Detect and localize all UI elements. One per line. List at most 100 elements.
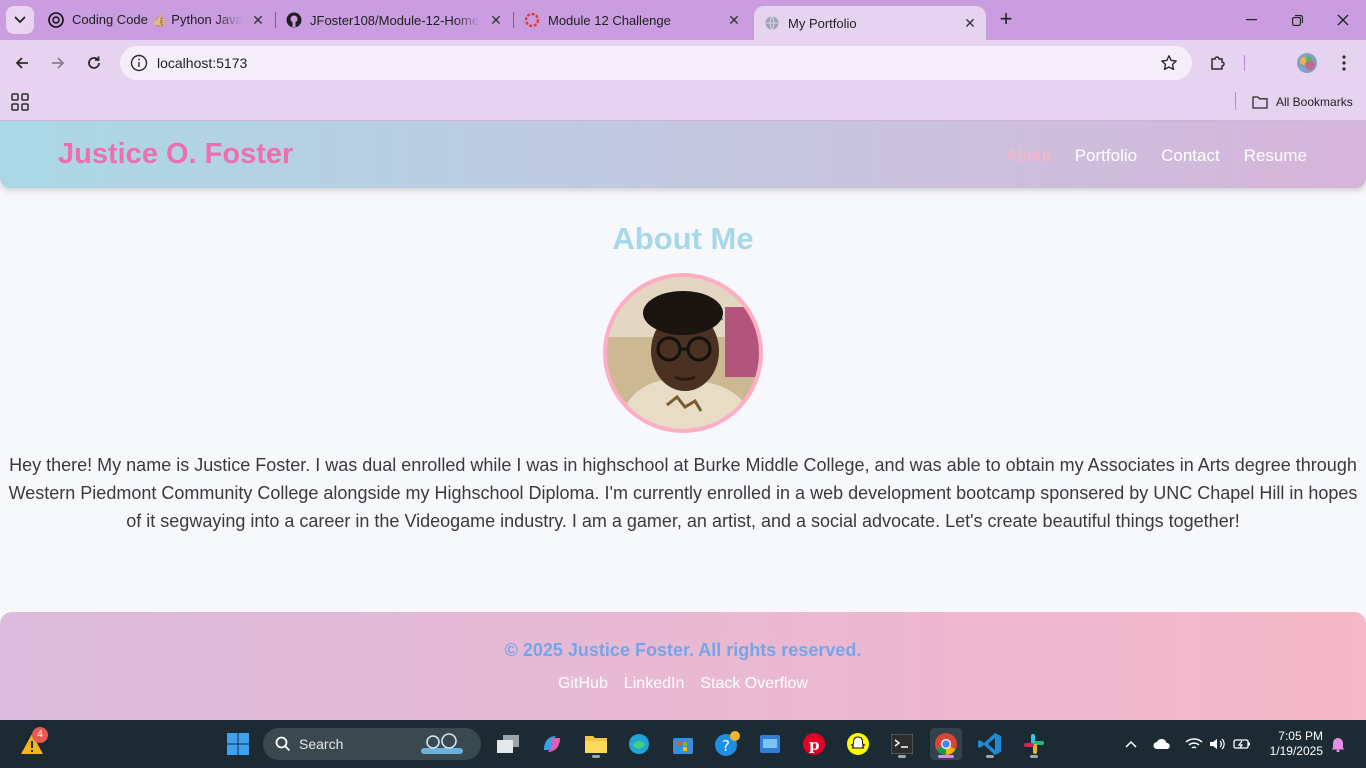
svg-text:?: ? <box>722 737 730 755</box>
arrow-right-icon <box>52 57 65 69</box>
site-name[interactable]: Justice O. Foster <box>58 138 293 171</box>
address-bar[interactable]: localhost:5173 <box>120 46 1192 80</box>
profile-avatar-icon <box>1297 53 1317 73</box>
profile-avatar[interactable] <box>1293 49 1321 77</box>
bookmarks-bar: All Bookmarks <box>0 86 1366 121</box>
tab-chatgpt[interactable]: Coding Code 👍🏼 Python Javascript ✕ <box>40 6 274 34</box>
tab-strip: Coding Code 👍🏼 Python Javascript ✕ JFost… <box>0 0 1366 40</box>
terminal-button[interactable] <box>886 728 918 760</box>
puzzle-icon <box>1211 56 1225 70</box>
taskbar-search[interactable]: Search <box>263 728 481 760</box>
help-icon: ? <box>715 731 740 756</box>
windows-logo-icon <box>227 733 249 755</box>
new-tab-button[interactable]: + <box>994 8 1018 32</box>
store-button[interactable] <box>667 728 699 760</box>
edge-button[interactable] <box>623 728 655 760</box>
url-text[interactable]: localhost:5173 <box>157 55 247 71</box>
restore-button[interactable] <box>1274 0 1320 40</box>
store-icon <box>673 738 693 754</box>
apps-grid-icon[interactable] <box>11 93 29 111</box>
bookmarks-separator <box>1235 92 1236 110</box>
clock-date: 1/19/2025 <box>1269 744 1323 758</box>
footer-links: GitHub LinkedIn Stack Overflow <box>0 675 1366 693</box>
nav-link-portfolio[interactable]: Portfolio <box>1075 146 1137 166</box>
extensions-button[interactable] <box>1204 49 1232 77</box>
notifications-button[interactable] <box>1328 734 1348 754</box>
footer-link-stack-overflow[interactable]: Stack Overflow <box>700 675 808 693</box>
browser-menu-button[interactable] <box>1330 49 1358 77</box>
start-button[interactable] <box>222 728 254 760</box>
chrome-button[interactable] <box>930 728 962 760</box>
tips-button[interactable]: ? <box>711 728 743 760</box>
chevron-down-icon <box>14 16 26 24</box>
blue-app-icon <box>760 735 780 753</box>
network-button[interactable] <box>1184 734 1204 754</box>
back-button[interactable] <box>8 49 36 77</box>
close-window-button[interactable] <box>1320 0 1366 40</box>
chevron-up-icon <box>1125 740 1137 748</box>
snowflake-decoration-icon <box>421 733 463 754</box>
page-viewport: Justice O. Foster About Portfolio Contac… <box>0 121 1366 720</box>
minimize-button[interactable] <box>1228 0 1274 40</box>
copyright-text: © 2025 Justice Foster. All rights reserv… <box>504 640 862 660</box>
copilot-button[interactable] <box>536 728 568 760</box>
site-footer: © 2025 Justice Foster. All rights reserv… <box>0 612 1366 720</box>
nav-link-resume[interactable]: Resume <box>1244 146 1307 166</box>
app-button[interactable] <box>754 728 786 760</box>
globe-icon <box>764 15 780 31</box>
site-nav: About Portfolio Contact Resume <box>1006 146 1307 166</box>
reload-icon <box>88 56 100 69</box>
tab-github[interactable]: JFoster108/Module-12-Homework ✕ <box>278 6 512 34</box>
tab-title: Module 12 Challenge <box>548 12 671 28</box>
running-indicator <box>986 755 994 758</box>
edge-icon <box>629 734 649 754</box>
volume-button[interactable] <box>1207 734 1227 754</box>
tab-title: Coding Code 👍🏼 Python Javascript <box>72 12 242 27</box>
file-explorer-button[interactable] <box>580 728 612 760</box>
canvas-icon <box>524 12 540 28</box>
task-view-icon <box>497 735 519 753</box>
site-info-icon[interactable] <box>130 54 148 72</box>
pinterest-button[interactable]: p <box>798 728 830 760</box>
running-indicator <box>938 755 954 758</box>
arrow-left-icon <box>15 57 28 69</box>
vscode-button[interactable] <box>974 728 1006 760</box>
site-header: Justice O. Foster About Portfolio Contac… <box>0 121 1366 188</box>
close-tab-icon[interactable]: ✕ <box>488 12 504 28</box>
nav-link-about[interactable]: About <box>1006 146 1050 166</box>
onedrive-button[interactable] <box>1152 734 1172 754</box>
toolbar-separator <box>1244 55 1245 71</box>
running-indicator <box>1030 755 1038 758</box>
tab-canvas[interactable]: Module 12 Challenge ✕ <box>516 6 750 34</box>
task-view-button[interactable] <box>492 728 524 760</box>
show-hidden-icons-button[interactable] <box>1121 734 1141 754</box>
tab-search-button[interactable] <box>6 6 34 34</box>
snapchat-button[interactable] <box>842 728 874 760</box>
all-bookmarks-button[interactable]: All Bookmarks <box>1252 92 1353 112</box>
tab-separator <box>513 12 514 28</box>
wifi-icon <box>1185 738 1203 749</box>
reload-button[interactable] <box>80 49 108 77</box>
forward-button[interactable] <box>44 49 72 77</box>
clock[interactable]: 7:05 PM 1/19/2025 <box>1270 729 1323 759</box>
slack-button[interactable] <box>1018 728 1050 760</box>
bookmark-star-icon[interactable] <box>1160 54 1178 72</box>
tab-title: My Portfolio <box>788 15 857 31</box>
profile-photo <box>603 273 763 433</box>
all-bookmarks-label: All Bookmarks <box>1276 95 1353 109</box>
close-tab-icon[interactable]: ✕ <box>726 12 742 28</box>
tab-my-portfolio[interactable]: My Portfolio ✕ <box>754 6 986 40</box>
battery-button[interactable] <box>1232 734 1252 754</box>
speaker-icon <box>1210 738 1225 750</box>
nav-link-contact[interactable]: Contact <box>1161 146 1220 166</box>
close-tab-icon[interactable]: ✕ <box>250 12 266 28</box>
terminal-icon <box>891 734 913 754</box>
footer-link-github[interactable]: GitHub <box>558 675 608 693</box>
battery-charging-icon <box>1233 739 1250 749</box>
search-icon <box>275 736 291 752</box>
github-icon <box>286 12 302 28</box>
snapchat-icon <box>847 733 869 755</box>
browser-toolbar: localhost:5173 <box>0 40 1366 86</box>
close-tab-icon[interactable]: ✕ <box>962 15 978 31</box>
footer-link-linkedin[interactable]: LinkedIn <box>624 675 685 693</box>
